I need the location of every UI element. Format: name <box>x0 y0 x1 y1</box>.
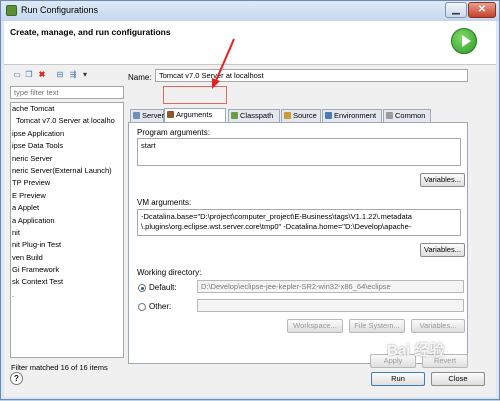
arrow-head-icon <box>212 78 220 89</box>
run-configurations-window: Run Configurations ▁ ✕ Create, manage, a… <box>0 0 500 400</box>
annotation-overlay <box>212 38 235 89</box>
red-arrow-icon <box>214 38 235 84</box>
